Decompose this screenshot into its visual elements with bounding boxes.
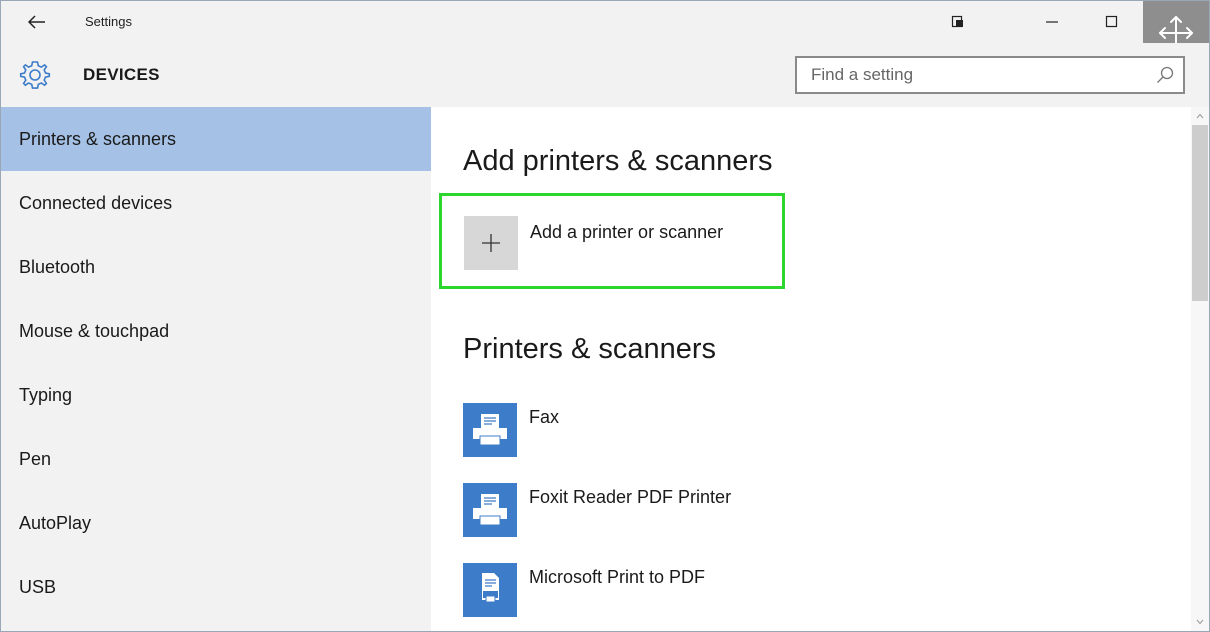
printer-name: Fax: [529, 407, 560, 427]
printer-icon: [473, 414, 507, 446]
tablet-mode-icon: [951, 15, 963, 28]
chevron-up-icon: [1196, 113, 1204, 119]
printer-item-fax[interactable]: Fax: [463, 403, 1023, 459]
sidebar-item-printers-scanners[interactable]: Printers & scanners: [1, 107, 431, 171]
back-arrow-icon: [28, 15, 45, 29]
sidebar-item-label: AutoPlay: [19, 513, 92, 533]
sidebar-item-label: Printers & scanners: [19, 129, 177, 149]
sidebar-item-autoplay[interactable]: AutoPlay: [1, 491, 431, 555]
add-printer-label[interactable]: Add a printer or scanner: [530, 222, 723, 243]
sidebar-item-label: Typing: [19, 385, 73, 405]
printer-item-foxit[interactable]: Foxit Reader PDF Printer: [463, 483, 1023, 539]
printer-item-microsoft-pdf[interactable]: Microsoft Print to PDF: [463, 563, 1023, 619]
scroll-down-button[interactable]: [1191, 615, 1209, 629]
tablet-mode-button[interactable]: [935, 1, 981, 43]
sidebar-nav: Printers & scanners Connected devices Bl…: [1, 107, 431, 631]
sidebar-item-label: Pen: [19, 449, 52, 469]
sidebar-item-bluetooth[interactable]: Bluetooth: [1, 235, 431, 299]
printers-list-heading: Printers & scanners: [463, 333, 717, 365]
sidebar-item-label: Bluetooth: [19, 257, 96, 277]
printer-icon: [473, 494, 507, 526]
search-icon[interactable]: [1155, 65, 1175, 85]
pdf-printer-icon: [482, 573, 499, 603]
printer-name: Foxit Reader PDF Printer: [529, 487, 732, 507]
add-printer-highlight: Add a printer or scanner: [439, 193, 785, 289]
minimize-button[interactable]: [1029, 1, 1075, 43]
section-title: DEVICES: [83, 65, 160, 84]
chevron-down-icon: [1196, 619, 1204, 625]
sidebar-item-label: USB: [19, 577, 57, 597]
printer-name: Microsoft Print to PDF: [529, 567, 706, 587]
sidebar-item-mouse-touchpad[interactable]: Mouse & touchpad: [1, 299, 431, 363]
title-bar: Settings: [1, 1, 1209, 43]
printer-tile: [463, 403, 517, 457]
scroll-thumb[interactable]: [1192, 125, 1208, 301]
sidebar-item-label: Connected devices: [19, 193, 173, 213]
maximize-icon: [1105, 15, 1118, 28]
sidebar-item-pen[interactable]: Pen: [1, 427, 431, 491]
settings-window: Settings DEVICES Find a setting Printers…: [0, 0, 1210, 632]
scroll-up-button[interactable]: [1191, 109, 1209, 123]
page-header: DEVICES: [1, 43, 1209, 107]
printer-tile: [463, 563, 517, 617]
search-box[interactable]: [795, 56, 1185, 94]
back-button[interactable]: [23, 9, 51, 35]
search-input[interactable]: [797, 58, 1137, 92]
minimize-icon: [1046, 21, 1058, 23]
printer-tile: [463, 483, 517, 537]
window-title: Settings: [85, 14, 132, 29]
add-printer-button[interactable]: [464, 216, 518, 270]
vertical-scrollbar[interactable]: [1191, 107, 1209, 631]
maximize-button[interactable]: [1089, 1, 1135, 43]
plus-icon: [482, 234, 500, 252]
add-printers-heading: Add printers & scanners: [463, 145, 773, 177]
sidebar-item-typing[interactable]: Typing: [1, 363, 431, 427]
main-content: Add printers & scanners Add a printer or…: [431, 107, 1191, 631]
gear-icon: [19, 61, 51, 89]
sidebar-item-usb[interactable]: USB: [1, 555, 431, 619]
sidebar-item-label: Mouse & touchpad: [19, 321, 170, 341]
sidebar-item-connected-devices[interactable]: Connected devices: [1, 171, 431, 235]
